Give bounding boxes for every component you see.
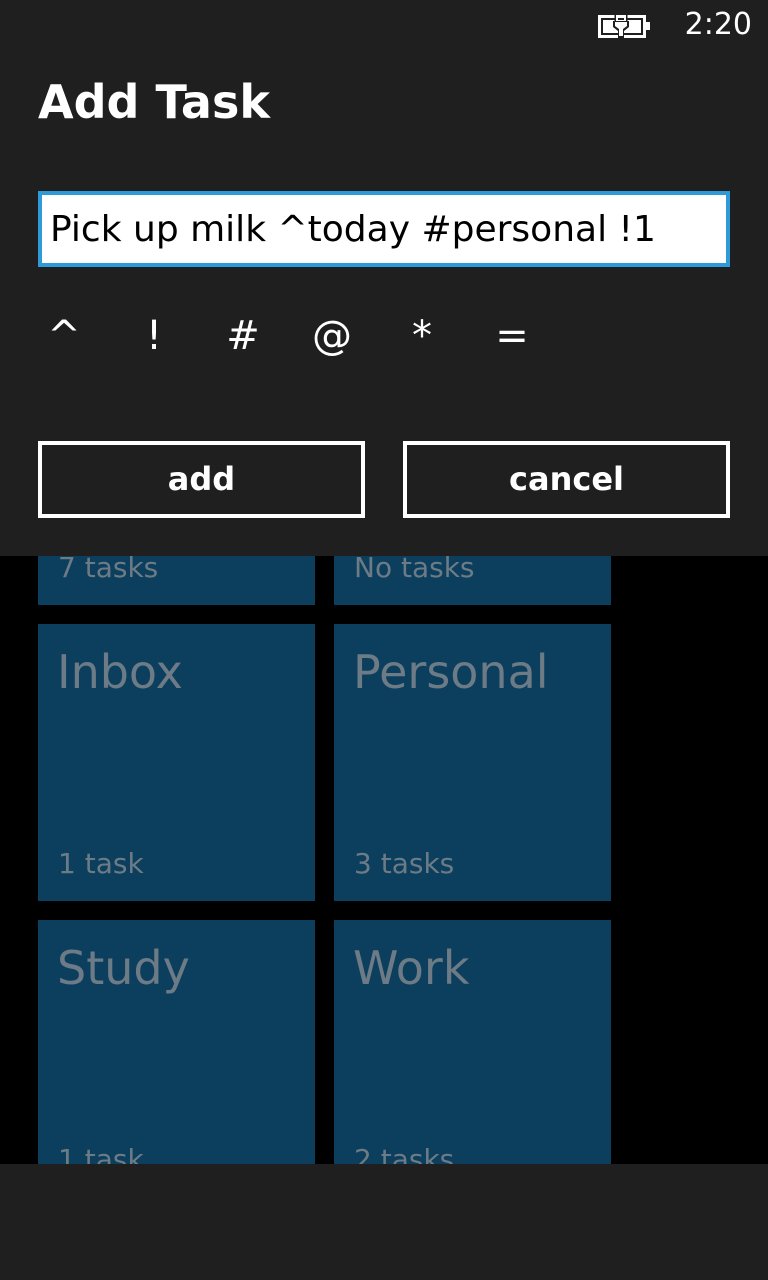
tile-study[interactable]: Study 1 task	[38, 920, 315, 1197]
symbol-hash-button[interactable]: #	[213, 304, 273, 368]
symbol-equals-button[interactable]: =	[482, 304, 542, 368]
tile-inbox-count: 1 task	[58, 847, 144, 880]
symbol-at-button[interactable]: @	[302, 304, 362, 368]
tile-inbox-name: Inbox	[57, 645, 183, 699]
add-button[interactable]: add	[38, 441, 365, 518]
symbol-caret-button[interactable]: ^	[34, 304, 94, 368]
tile-work[interactable]: Work 2 tasks	[334, 920, 611, 1197]
clock: 2:20	[684, 7, 752, 42]
screen: 7 tasks No tasks Inbox 1 task Personal 3…	[0, 0, 768, 1280]
tile-personal-count: 3 tasks	[354, 847, 455, 880]
symbol-asterisk-button[interactable]: *	[392, 304, 452, 368]
cancel-button[interactable]: cancel	[403, 441, 730, 518]
add-task-dialog: Add Task ^ ! # @ * = add cancel	[0, 52, 768, 556]
battery-charging-icon	[598, 14, 650, 38]
tile-work-name: Work	[353, 941, 470, 995]
dialog-title: Add Task	[38, 75, 270, 129]
tile-inbox[interactable]: Inbox 1 task	[38, 624, 315, 901]
status-bar: 2:20	[0, 0, 768, 52]
tile-personal[interactable]: Personal 3 tasks	[334, 624, 611, 901]
tile-study-name: Study	[57, 941, 190, 995]
task-input[interactable]	[38, 191, 730, 267]
symbol-exclamation-button[interactable]: !	[124, 304, 184, 368]
application-bar[interactable]	[0, 1164, 768, 1280]
symbol-shortcuts: ^ ! # @ * =	[38, 304, 578, 368]
tile-personal-name: Personal	[353, 645, 549, 699]
